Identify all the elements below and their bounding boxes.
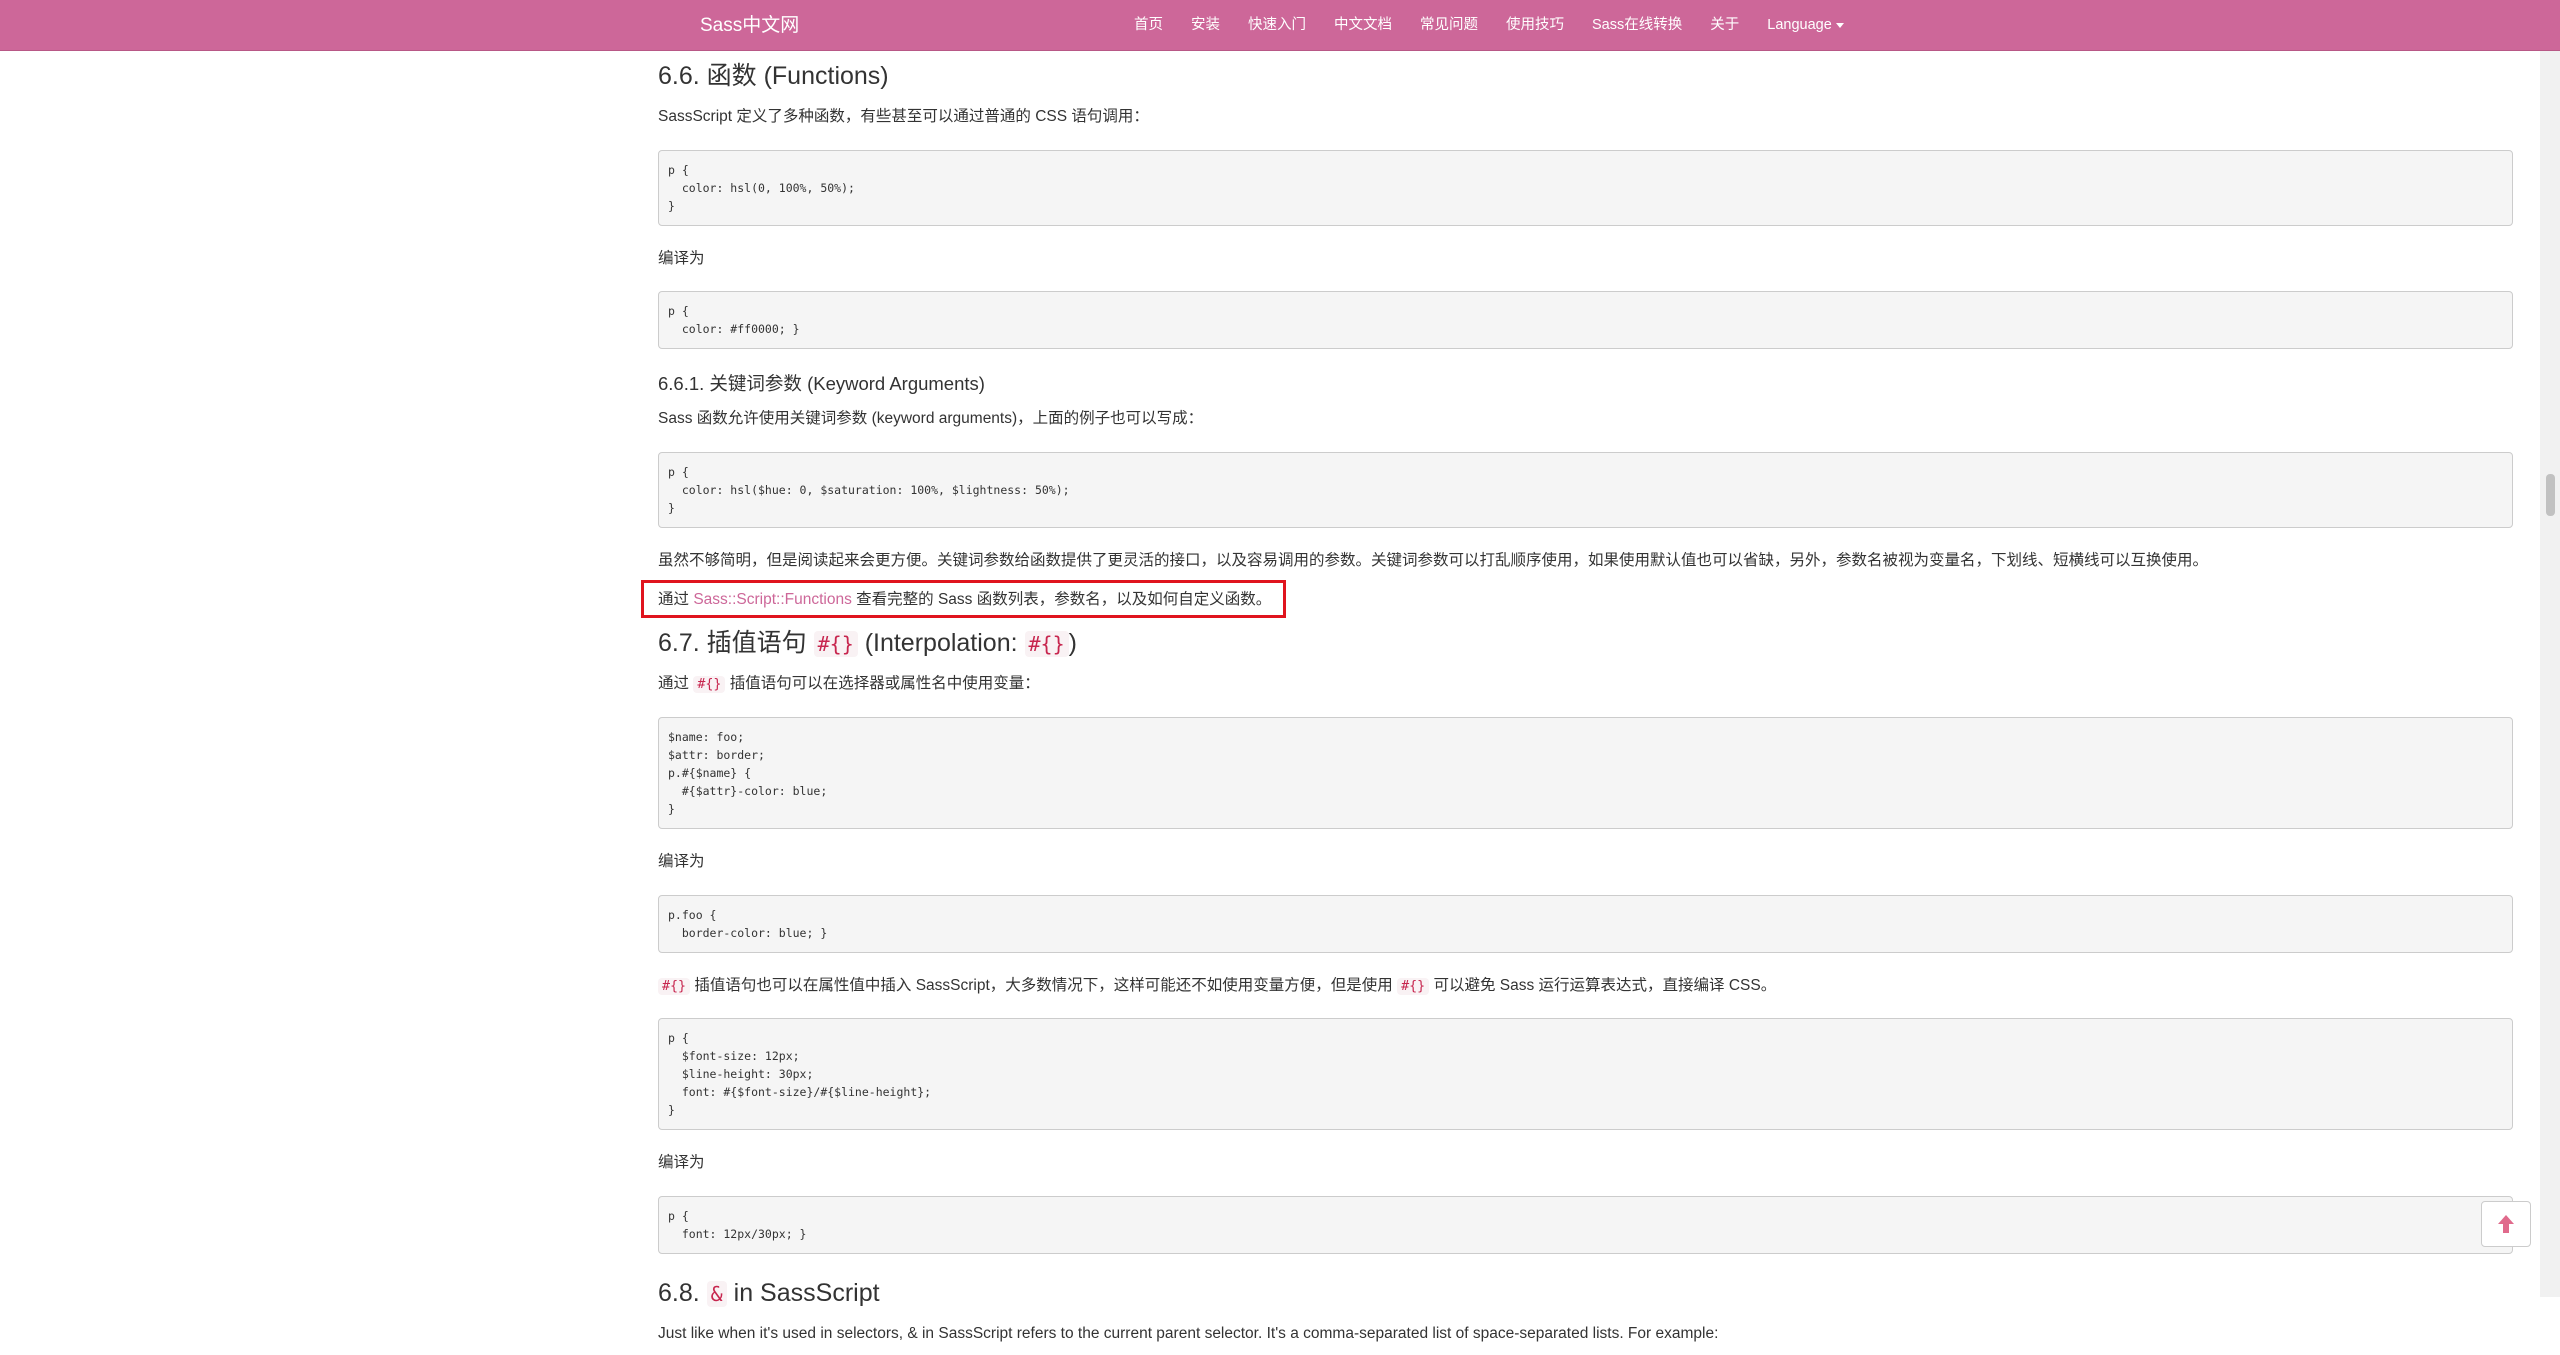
code-block-interpolation-compiled: p.foo { border-color: blue; }	[658, 894, 2513, 953]
scrollbar-thumb[interactable]	[2546, 474, 2555, 516]
doc-content: 6.6. 函数 (Functions) SassScript 定义了多种函数，有…	[641, 51, 2513, 1355]
top-navbar: Sass中文网 首页 安装 快速入门 中文文档 常见问题 使用技巧 Sass在线…	[0, 0, 2560, 51]
compiled-label: 编译为	[658, 249, 705, 267]
section-6-6-intro: SassScript 定义了多种函数，有些甚至可以通过普通的 CSS 语句调用：	[658, 108, 1149, 125]
code-block-interpolation-value-compiled: p { font: 12px/30px; }	[658, 1196, 2513, 1255]
section-6-6-title: 6.6. 函数 (Functions)	[658, 62, 889, 90]
section-6-6-1-title: 6.6.1. 关键词参数 (Keyword Arguments)	[658, 373, 985, 395]
section-6-7-desc-b: 可以避免 Sass 运行运算表达式，直接编译 CSS。	[1433, 976, 1777, 994]
nav-item-docs[interactable]: 中文文档	[1320, 0, 1406, 51]
nav-item-online-convert[interactable]: Sass在线转换	[1578, 0, 1696, 51]
highlighted-reference: 通过 Sass::Script::Functions 查看完整的 Sass 函数…	[641, 579, 1287, 619]
section-6-7-title-a: 6.7. 插值语句	[658, 629, 807, 658]
inline-code-interpolation: #{}	[813, 631, 858, 658]
section-6-6-1-intro: Sass 函数允许使用关键词参数 (keyword arguments)，上面的…	[658, 410, 1204, 428]
section-6-7-intro-a: 通过	[658, 675, 690, 693]
caret-down-icon	[1835, 22, 1844, 28]
compiled-label: 编译为	[658, 1154, 705, 1172]
language-label: Language	[1767, 17, 1832, 33]
arrow-up-icon	[2498, 1215, 2514, 1233]
inline-code-interpolation: #{}	[1397, 977, 1430, 995]
reference-prefix: 通过	[658, 590, 690, 608]
section-6-7-desc-a: 插值语句也可以在属性值中插入 SassScript，大多数情况下，这样可能还不如…	[694, 976, 1393, 994]
section-6-6-1-desc: 虽然不够简明，但是阅读起来会更方便。关键词参数给函数提供了更灵活的接口，以及容易…	[658, 551, 2209, 569]
section-6-8-title-a: 6.8.	[658, 1279, 700, 1308]
compiled-label: 编译为	[658, 853, 705, 871]
inline-code-interpolation: #{}	[658, 977, 691, 995]
section-6-7-desc: #{} 插值语句也可以在属性值中插入 SassScript，大多数情况下，这样可…	[658, 975, 2513, 997]
section-6-7-title-b: (Interpolation:	[864, 629, 1018, 658]
main-nav: 首页 安装 快速入门 中文文档 常见问题 使用技巧 Sass在线转换 关于 La…	[1120, 0, 1858, 51]
section-6-7-title-c: )	[1068, 629, 1077, 658]
code-block-interpolation-selector: $name: foo; $attr: border; p.#{$name} { …	[658, 717, 2513, 830]
nav-item-tips[interactable]: 使用技巧	[1492, 0, 1578, 51]
section-6-8-intro: Just like when it's used in selectors, &…	[658, 1325, 1719, 1343]
nav-item-quickstart[interactable]: 快速入门	[1234, 0, 1320, 51]
page-scrollbar[interactable]	[2540, 51, 2560, 1297]
code-block-interpolation-value: p { $font-size: 12px; $line-height: 30px…	[658, 1018, 2513, 1131]
section-6-7-intro-b: 插值语句可以在选择器或属性名中使用变量：	[729, 675, 1040, 693]
code-block-hsl-compiled: p { color: #ff0000; }	[658, 291, 2513, 350]
nav-item-faq[interactable]: 常见问题	[1406, 0, 1492, 51]
inline-code-interpolation: #{}	[1024, 631, 1069, 658]
reference-suffix: 查看完整的 Sass 函数列表，参数名，以及如何自定义函数。	[856, 590, 1272, 608]
code-block-hsl: p { color: hsl(0, 100%, 50%); }	[658, 149, 2513, 226]
functions-reference-link[interactable]: Sass::Script::Functions	[693, 591, 852, 608]
section-6-8-title-b: in SassScript	[733, 1279, 880, 1308]
section-6-7-intro: 通过 #{} 插值语句可以在选择器或属性名中使用变量：	[658, 673, 2513, 695]
code-block-keyword-args: p { color: hsl($hue: 0, $saturation: 100…	[658, 451, 2513, 528]
language-dropdown[interactable]: Language	[1753, 0, 1858, 51]
inline-code-interpolation: #{}	[693, 676, 726, 694]
back-to-top-button[interactable]	[2481, 1201, 2531, 1247]
inline-code-ampersand: &	[706, 1281, 727, 1308]
section-6-8-title: 6.8. & in SassScript	[658, 1276, 2513, 1311]
nav-item-about[interactable]: 关于	[1696, 0, 1753, 51]
nav-item-home[interactable]: 首页	[1120, 0, 1177, 51]
section-6-7-title: 6.7. 插值语句 #{} (Interpolation: #{})	[658, 626, 2513, 661]
site-brand[interactable]: Sass中文网	[700, 0, 799, 51]
nav-item-install[interactable]: 安装	[1177, 0, 1234, 51]
